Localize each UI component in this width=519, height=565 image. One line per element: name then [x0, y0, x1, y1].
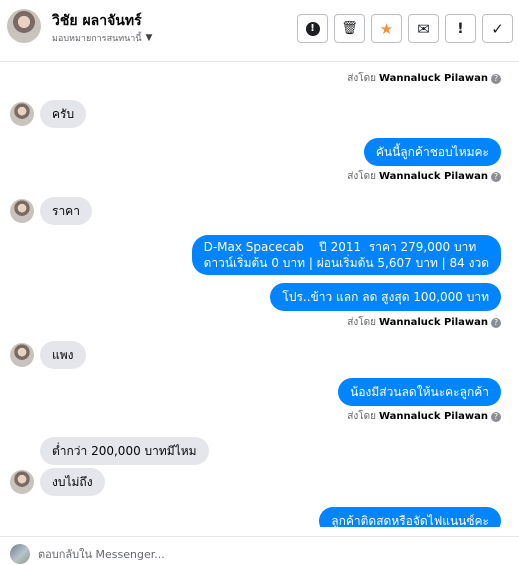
exclamation-icon: ! [457, 20, 464, 37]
reply-input[interactable] [38, 546, 508, 562]
incoming-message[interactable]: ต่ำกว่า 200,000 บาทมีไหม [40, 437, 209, 465]
message-row: ลูกค้าติดสดหรือจัดไฟแนนซ์คะ [319, 507, 501, 527]
report-button[interactable]: ! [297, 14, 328, 43]
outgoing-message[interactable]: D-Max Spacecab ปี 2011 ราคา 279,000 บาท … [191, 235, 501, 275]
done-button[interactable]: ✓ [482, 14, 513, 43]
message-row: โปร..ข้าว แลก ลด สูงสุด 100,000 บาท [270, 283, 501, 311]
envelope-icon: ✉ [417, 19, 430, 38]
sender-name: Wannaluck Pilawan [378, 317, 488, 328]
message-row: ราคา [10, 197, 92, 225]
contact-avatar[interactable] [7, 9, 41, 43]
sender-avatar [10, 343, 34, 367]
conversation-header: วิชัย ผลาจันทร์ มอบหมายการสนทนานี้ ▼ ! 🗑… [0, 0, 519, 62]
message-row: น้องมีส่วนลดให้นะคะลูกค้า [338, 378, 501, 406]
mark-unread-button[interactable]: ✉ [408, 14, 439, 43]
sender-avatar [10, 199, 34, 223]
sent-by-label: ส่งโดย Wannaluck Pilawan ? [347, 169, 501, 184]
sender-name: Wannaluck Pilawan [378, 73, 488, 84]
trash-icon: 🗑 [341, 21, 358, 36]
sent-by-label: ส่งโดย Wannaluck Pilawan ? [347, 71, 501, 86]
checkmark-icon: ✓ [491, 19, 504, 38]
message-row: ครับ [10, 100, 87, 128]
message-row: ต่ำกว่า 200,000 บาทมีไหม [40, 437, 209, 465]
message-row: งบไม่ถึง [10, 468, 105, 496]
outgoing-message[interactable]: น้องมีส่วนลดให้นะคะลูกค้า [338, 378, 501, 406]
caret-down-icon: ▼ [145, 33, 153, 43]
sender-name: Wannaluck Pilawan [378, 411, 488, 422]
message-row: แพง [10, 341, 86, 369]
assign-conversation-label: มอบหมายการสนทนานี้ [52, 34, 142, 44]
sender-avatar [10, 470, 34, 494]
page-avatar [10, 544, 30, 564]
star-button[interactable]: ★ [371, 14, 402, 43]
delete-button[interactable]: 🗑 [334, 14, 365, 43]
help-icon[interactable]: ? [491, 73, 501, 84]
outgoing-message[interactable]: ลูกค้าติดสดหรือจัดไฟแนนซ์คะ [319, 507, 501, 527]
incoming-message[interactable]: ราคา [40, 197, 92, 225]
incoming-message[interactable]: ครับ [40, 100, 87, 128]
sent-by-label: ส่งโดย Wannaluck Pilawan ? [347, 315, 501, 330]
star-icon: ★ [379, 19, 394, 38]
outgoing-message[interactable]: โปร..ข้าว แลก ลด สูงสุด 100,000 บาท [270, 283, 501, 311]
help-icon[interactable]: ? [491, 411, 501, 422]
help-icon[interactable]: ? [491, 317, 501, 328]
alert-circle-icon: ! [305, 21, 320, 36]
outgoing-message[interactable]: คันนี้ลูกค้าชอบไหมคะ [363, 138, 501, 166]
message-row: D-Max Spacecab ปี 2011 ราคา 279,000 บาท … [191, 235, 501, 275]
sent-by-label: ส่งโดย Wannaluck Pilawan ? [347, 409, 501, 424]
reply-composer [0, 536, 519, 565]
message-thread[interactable]: ส่งโดย Wannaluck Pilawan ? ครับ คันนี้ลู… [0, 63, 519, 527]
incoming-message[interactable]: งบไม่ถึง [40, 468, 105, 496]
incoming-message[interactable]: แพง [40, 341, 86, 369]
assign-conversation-dropdown[interactable]: มอบหมายการสนทนานี้ ▼ [52, 31, 152, 45]
sender-name: Wannaluck Pilawan [378, 171, 488, 182]
sender-avatar [10, 102, 34, 126]
spam-button[interactable]: ! [445, 14, 476, 43]
help-icon[interactable]: ? [491, 171, 501, 182]
contact-name[interactable]: วิชัย ผลาจันทร์ [52, 10, 142, 32]
header-actions: ! 🗑 ★ ✉ ! ✓ [297, 14, 513, 43]
message-row: คันนี้ลูกค้าชอบไหมคะ [363, 138, 501, 166]
